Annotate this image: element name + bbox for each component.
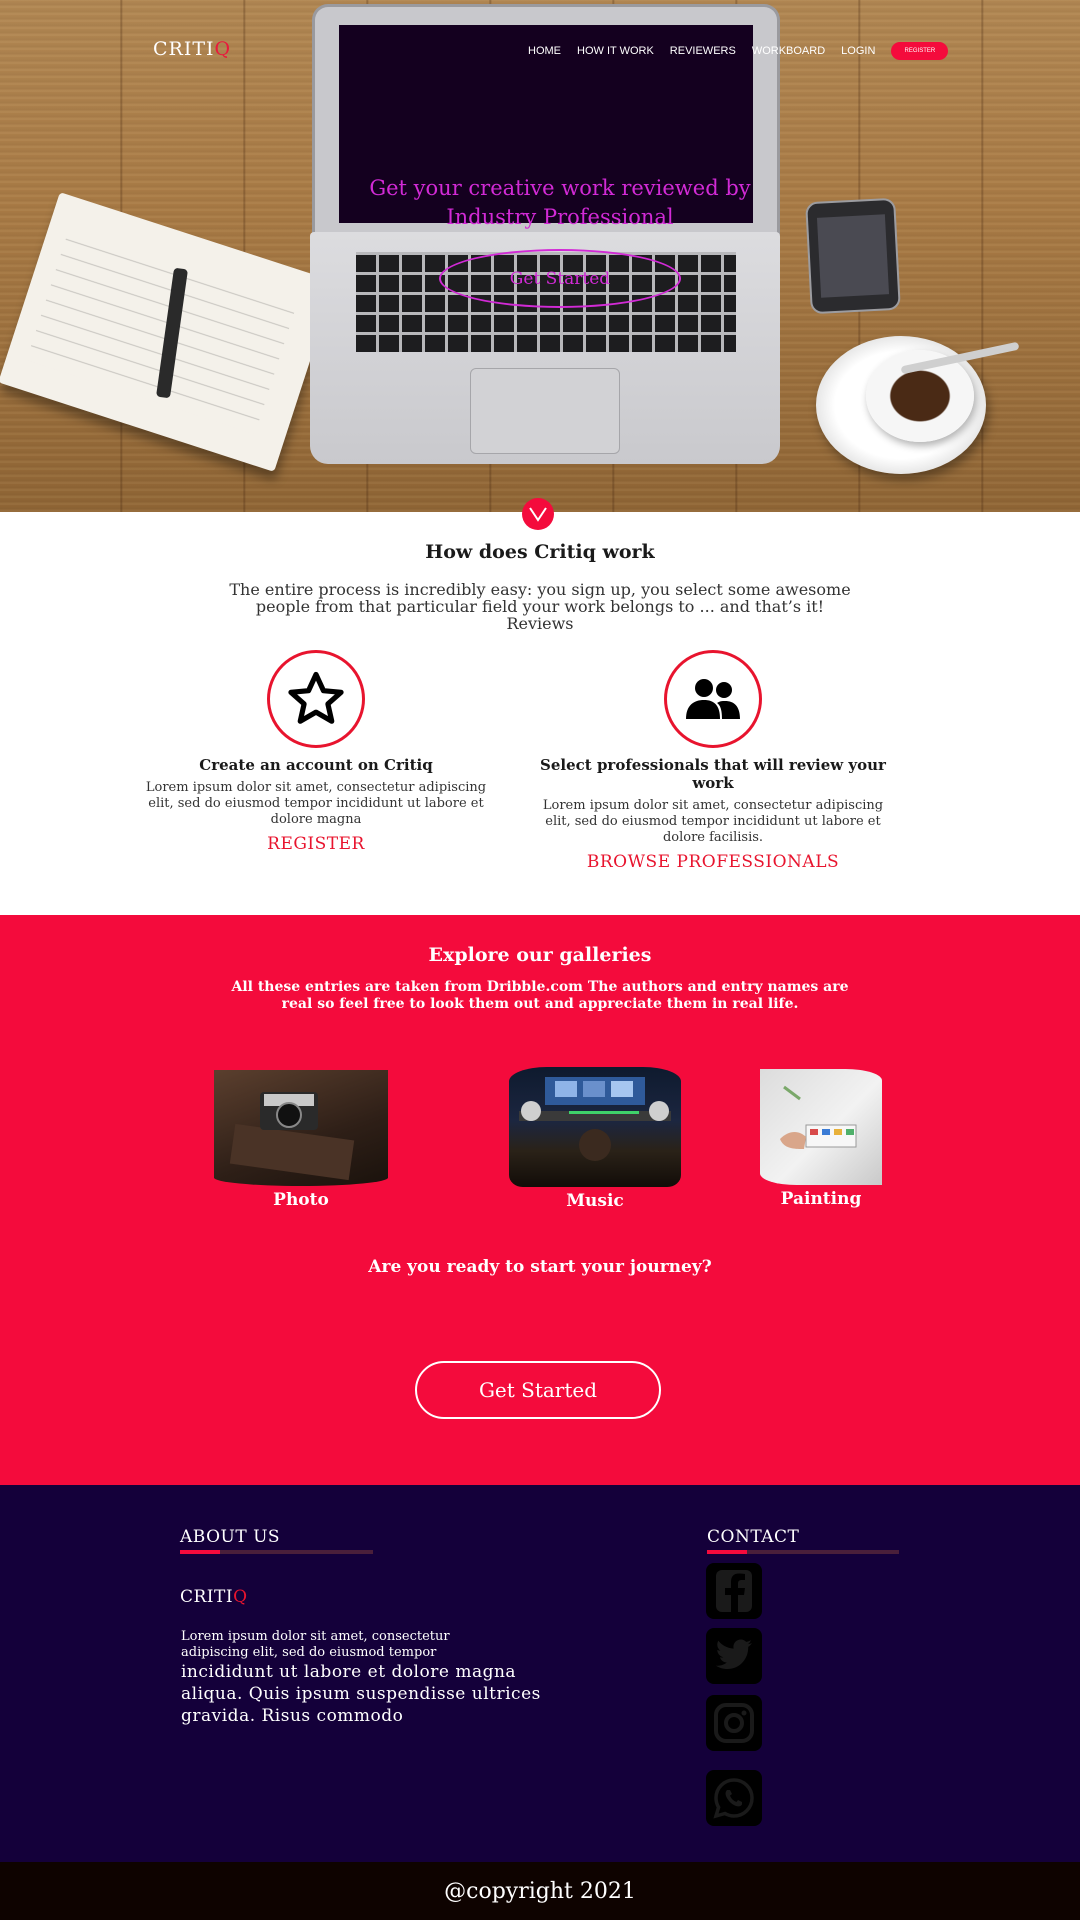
logo-accent: Q <box>214 38 232 60</box>
step-create-account: Create an account on Critiq Lorem ipsum … <box>136 650 496 854</box>
nav-how-it-work[interactable]: HOW IT WORK <box>577 45 654 57</box>
chevron-down-icon <box>529 507 547 522</box>
music-thumbnail <box>509 1067 681 1187</box>
gallery-label: Music <box>566 1191 624 1211</box>
step-select-professionals: Select professionals that will review yo… <box>533 650 893 872</box>
hero-section: CRITIQ HOME HOW IT WORK REVIEWERS WORKBO… <box>0 0 1080 512</box>
get-started-button[interactable]: Get Started <box>415 1361 661 1419</box>
studio-icon <box>519 1077 671 1161</box>
step-title: Select professionals that will review yo… <box>540 756 886 792</box>
laptop-trackpad <box>470 368 620 454</box>
scroll-down-button[interactable] <box>522 498 554 530</box>
galleries-title: Explore our galleries <box>428 944 652 966</box>
main-nav: HOME HOW IT WORK REVIEWERS WORKBOARD LOG… <box>528 42 949 60</box>
journey-question: Are you ready to start your journey? <box>368 1257 712 1277</box>
nav-register-button[interactable]: REGISTER <box>891 42 949 60</box>
footer: ABOUT US CONTACT CRITIQ Lorem ipsum dolo… <box>0 1485 1080 1862</box>
phone-image <box>805 197 901 315</box>
browse-professionals-link[interactable]: BROWSE PROFESSIONALS <box>533 852 893 872</box>
twitter-icon <box>715 1639 752 1669</box>
star-icon <box>288 671 344 724</box>
about-text-large: incididunt ut labore et dolore magna ali… <box>181 1662 541 1726</box>
photo-thumbnail <box>214 1070 388 1186</box>
register-link[interactable]: REGISTER <box>136 834 496 854</box>
step-body: Lorem ipsum dolor sit amet, consectetur … <box>542 798 884 845</box>
hero-headline: Get your creative work reviewed by Indus… <box>369 176 751 229</box>
step-body: Lorem ipsum dolor sit amet, consectetur … <box>145 780 487 827</box>
copyright-bar: @copyright 2021 <box>0 1862 1080 1920</box>
nav-workboard[interactable]: WORKBOARD <box>752 45 825 57</box>
facebook-link[interactable] <box>706 1563 762 1619</box>
instagram-link[interactable] <box>706 1695 762 1751</box>
facebook-icon <box>716 1570 752 1612</box>
copyright-text: @copyright 2021 <box>444 1878 636 1904</box>
gallery-music[interactable]: Music <box>509 1067 681 1211</box>
whatsapp-icon <box>713 1778 754 1819</box>
nav-home[interactable]: HOME <box>528 45 561 57</box>
step-icon-circle <box>267 650 365 748</box>
about-text-small: Lorem ipsum dolor sit amet, consectetur … <box>181 1629 450 1660</box>
whatsapp-link[interactable] <box>706 1770 762 1826</box>
gallery-label: Photo <box>273 1190 329 1210</box>
nav-logo[interactable]: CRITIQ <box>153 38 231 60</box>
step-title: Create an account on Critiq <box>199 756 433 774</box>
nav-reviewers[interactable]: REVIEWERS <box>670 45 736 57</box>
contact-underline <box>707 1550 899 1554</box>
how-section-title: How does Critiq work <box>425 541 655 563</box>
hero-get-started-button[interactable]: Get Started <box>439 249 681 308</box>
step-icon-circle <box>664 650 762 748</box>
galleries-description: All these entries are taken from Dribble… <box>231 979 849 1012</box>
twitter-link[interactable] <box>706 1628 762 1684</box>
logo-main: CRITI <box>153 38 215 60</box>
gallery-label: Painting <box>780 1189 862 1209</box>
gallery-photo[interactable]: Photo <box>214 1070 388 1210</box>
gallery-painting[interactable]: Painting <box>760 1069 882 1209</box>
galleries-section: Explore our galleries All these entries … <box>0 915 1080 1485</box>
camera-icon <box>229 1092 355 1181</box>
logo-accent: Q <box>233 1587 248 1607</box>
paint-palette-icon <box>780 1085 857 1149</box>
how-section-description: The entire process is incredibly easy: y… <box>229 580 851 633</box>
instagram-icon <box>714 1703 754 1743</box>
users-icon <box>686 679 740 719</box>
footer-logo[interactable]: CRITIQ <box>180 1587 248 1607</box>
logo-main: CRITI <box>180 1587 234 1607</box>
nav-login[interactable]: LOGIN <box>841 45 875 57</box>
painting-thumbnail <box>760 1069 882 1185</box>
contact-heading: CONTACT <box>707 1527 800 1547</box>
about-us-underline <box>180 1550 373 1554</box>
about-us-heading: ABOUT US <box>180 1527 281 1547</box>
